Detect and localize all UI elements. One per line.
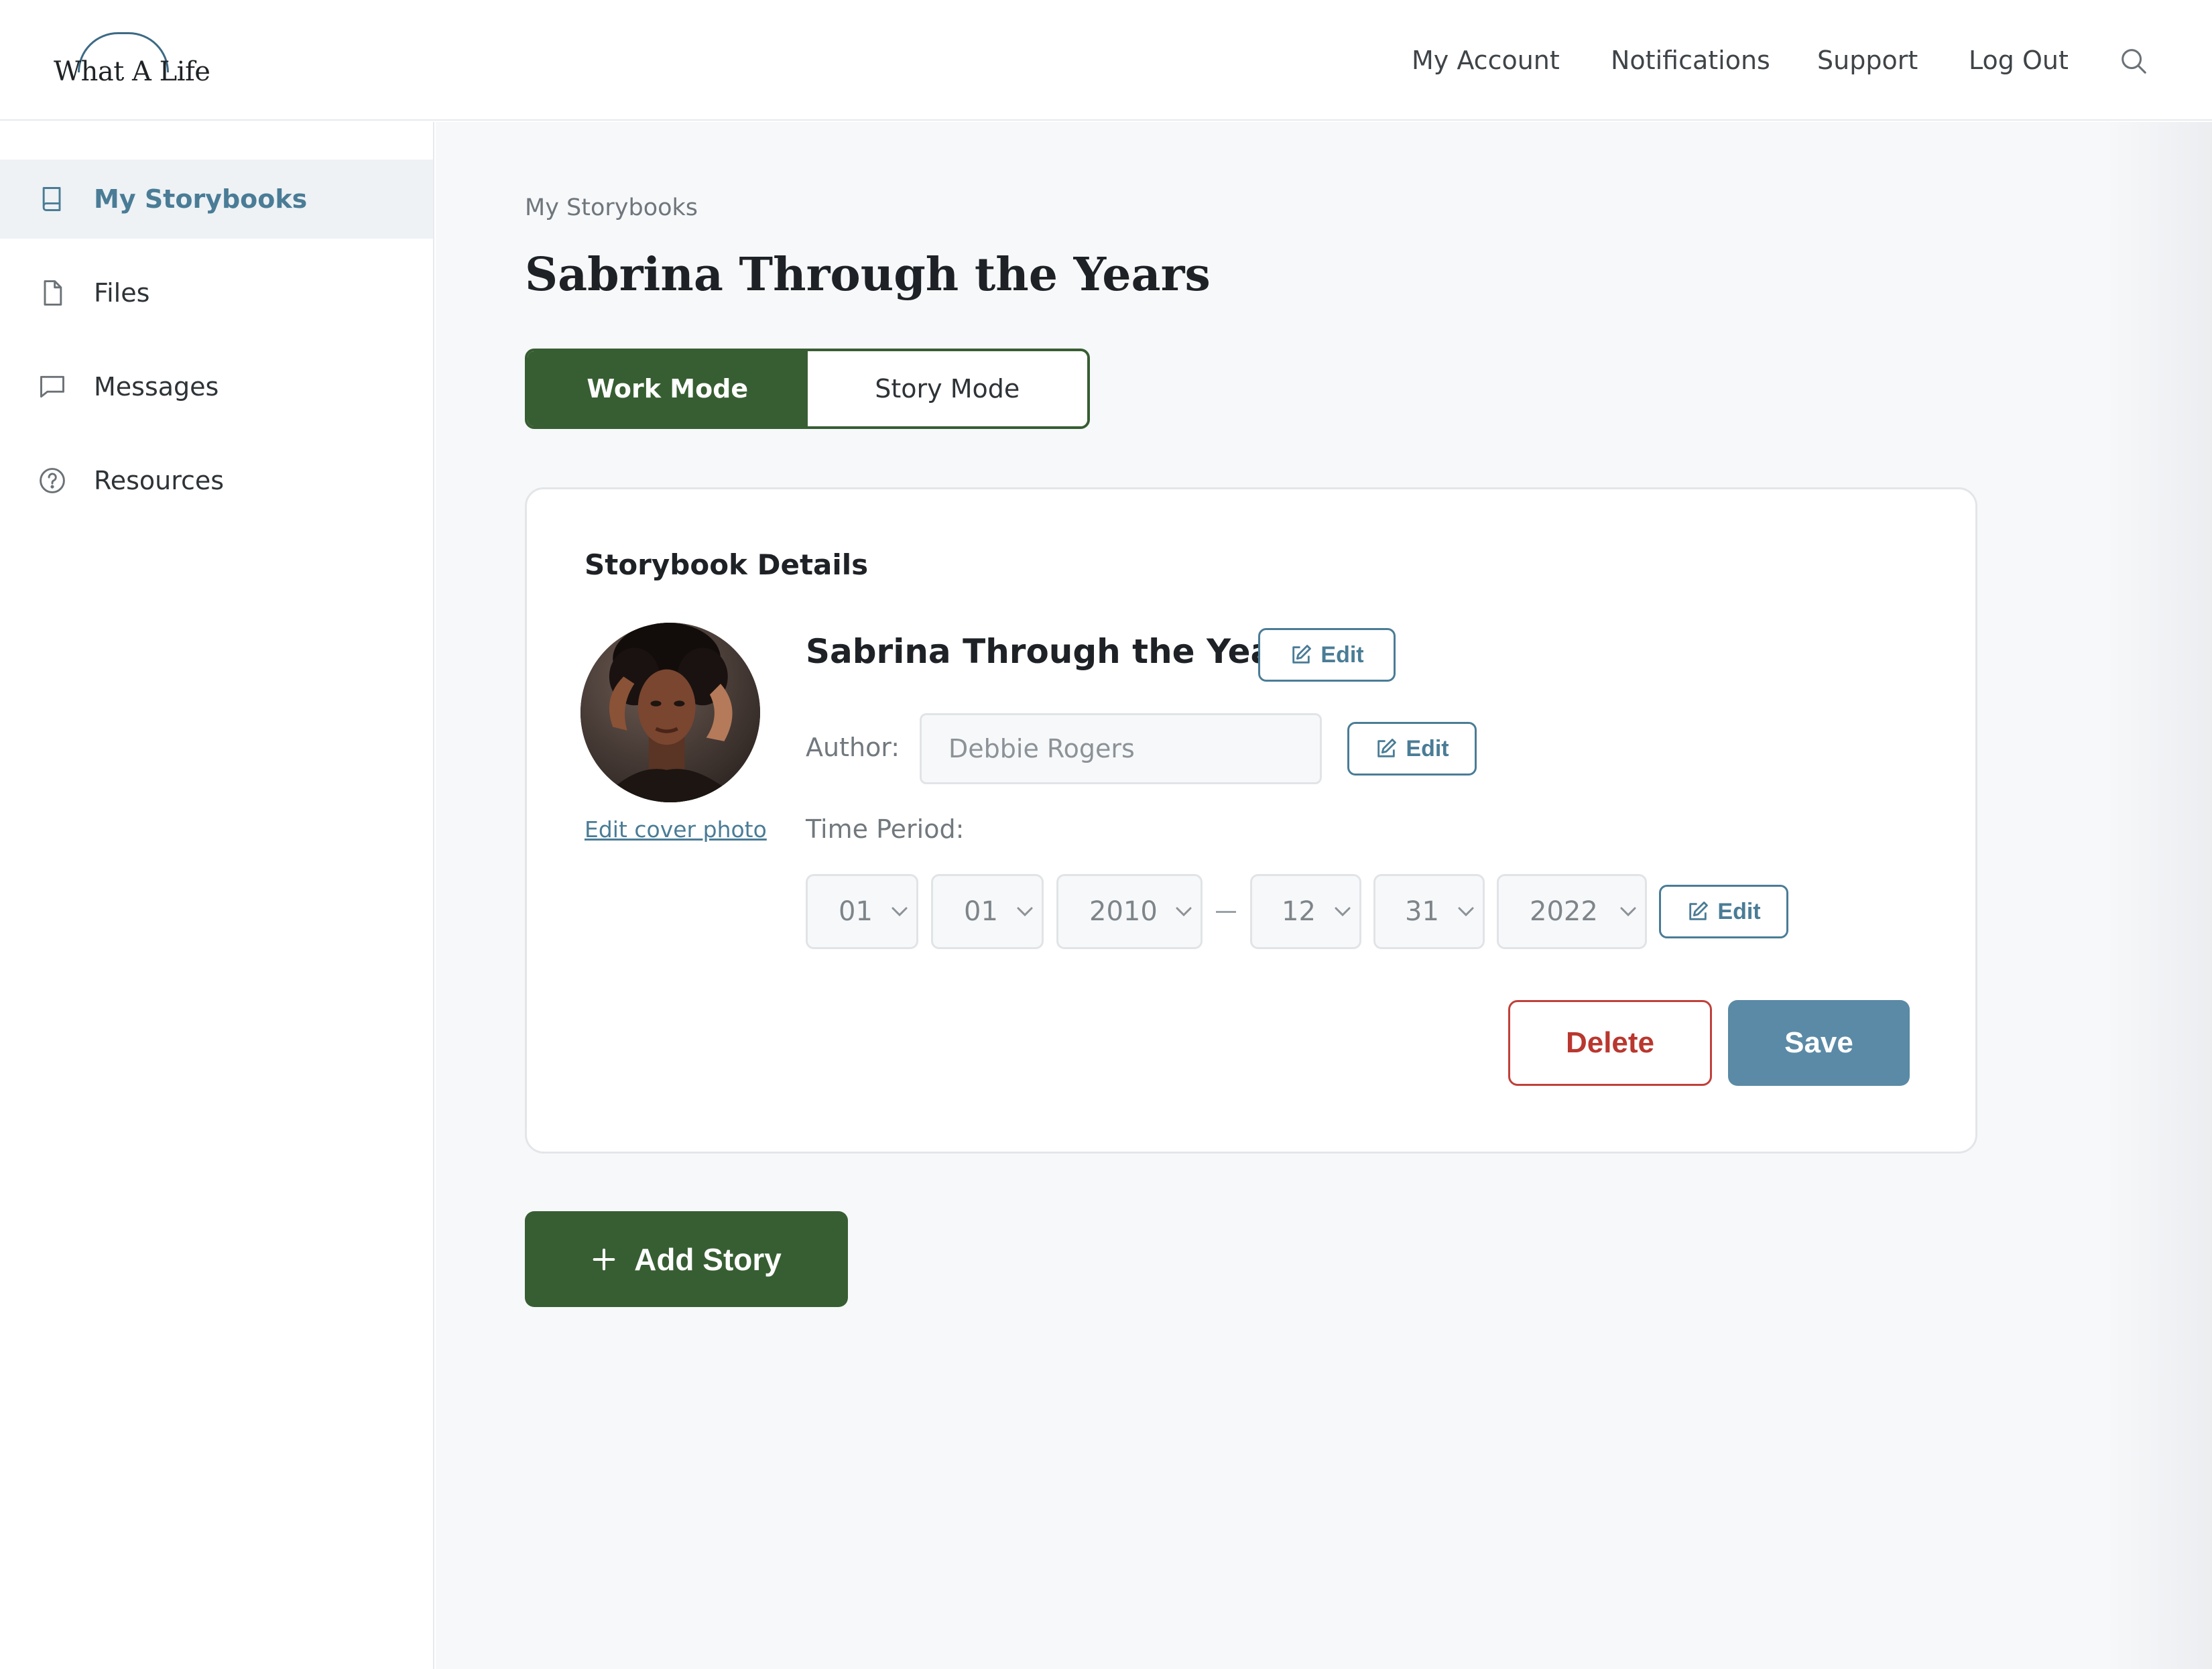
work-mode-button[interactable]: Work Mode — [528, 351, 808, 426]
brand-logo[interactable]: What A Life — [54, 29, 210, 94]
nav-notifications[interactable]: Notifications — [1611, 0, 1770, 121]
search-icon[interactable] — [2118, 46, 2149, 76]
end-day-value: 31 — [1405, 896, 1439, 927]
edit-button-label: Edit — [1406, 735, 1449, 761]
story-mode-button[interactable]: Story Mode — [807, 351, 1087, 426]
chevron-down-icon — [1620, 907, 1636, 917]
brand-name: What A Life — [54, 56, 210, 87]
sidebar-item-messages[interactable]: Messages — [0, 347, 433, 426]
edit-cover-photo-link[interactable]: Edit cover photo — [585, 816, 767, 843]
nav-my-account[interactable]: My Account — [1412, 0, 1560, 121]
add-story-label: Add Story — [634, 1241, 782, 1277]
end-year-value: 2022 — [1530, 896, 1598, 927]
message-icon — [40, 375, 64, 398]
chevron-down-icon — [1335, 907, 1351, 917]
mode-toggle: Work Mode Story Mode — [525, 349, 1090, 429]
plus-icon — [593, 1248, 615, 1270]
edit-button-label: Edit — [1320, 641, 1364, 668]
nav-support[interactable]: Support — [1817, 0, 1918, 121]
author-input[interactable] — [920, 713, 1322, 784]
edit-icon — [1292, 645, 1312, 664]
storybook-title: Sabrina Through the Years — [806, 632, 1310, 671]
edit-icon — [1377, 739, 1397, 757]
chevron-down-icon — [892, 907, 908, 917]
date-range-separator — [1216, 911, 1236, 913]
storybook-details-heading: Storybook Details — [585, 548, 869, 581]
start-day-select[interactable]: 01 — [931, 874, 1044, 949]
edit-time-period-button[interactable]: Edit — [1659, 885, 1788, 938]
cover-photo — [580, 623, 760, 802]
cover-photo-portrait — [580, 623, 760, 802]
file-icon — [44, 280, 62, 306]
sidebar-item-label: Resources — [94, 466, 225, 495]
page-title: Sabrina Through the Years — [525, 248, 1211, 302]
nav-log-out[interactable]: Log Out — [1969, 0, 2069, 121]
delete-button[interactable]: Delete — [1508, 1000, 1712, 1086]
edit-icon — [1689, 902, 1709, 920]
end-month-value: 12 — [1282, 896, 1316, 927]
book-icon — [42, 187, 61, 211]
sidebar-item-label: My Storybooks — [94, 184, 308, 214]
end-month-select[interactable]: 12 — [1250, 874, 1361, 949]
sidebar: My Storybooks Files Messages Resources — [0, 122, 434, 1669]
add-story-button[interactable]: Add Story — [525, 1211, 848, 1307]
chevron-down-icon — [1176, 907, 1192, 917]
edit-title-button[interactable]: Edit — [1258, 628, 1396, 682]
start-day-value: 01 — [964, 896, 998, 927]
sidebar-item-my-storybooks[interactable]: My Storybooks — [0, 160, 433, 239]
start-year-value: 2010 — [1089, 896, 1158, 927]
time-period-label: Time Period: — [806, 814, 965, 844]
chevron-down-icon — [1017, 907, 1033, 917]
top-navigation-bar: What A Life My Account Notifications Sup… — [0, 0, 2212, 121]
sidebar-item-resources[interactable]: Resources — [0, 441, 433, 520]
edit-button-label: Edit — [1717, 898, 1761, 924]
sidebar-item-files[interactable]: Files — [0, 253, 433, 332]
save-button[interactable]: Save — [1728, 1000, 1910, 1086]
sidebar-item-label: Messages — [94, 372, 219, 401]
start-month-select[interactable]: 01 — [806, 874, 918, 949]
start-year-select[interactable]: 2010 — [1056, 874, 1203, 949]
breadcrumb[interactable]: My Storybooks — [525, 194, 698, 221]
chevron-down-icon — [1458, 907, 1474, 917]
end-year-select[interactable]: 2022 — [1497, 874, 1647, 949]
sidebar-item-label: Files — [94, 278, 150, 308]
edit-author-button[interactable]: Edit — [1347, 722, 1477, 776]
end-day-select[interactable]: 31 — [1373, 874, 1485, 949]
author-label: Author: — [806, 733, 900, 762]
help-circle-icon — [40, 468, 65, 493]
start-month-value: 01 — [839, 896, 873, 927]
